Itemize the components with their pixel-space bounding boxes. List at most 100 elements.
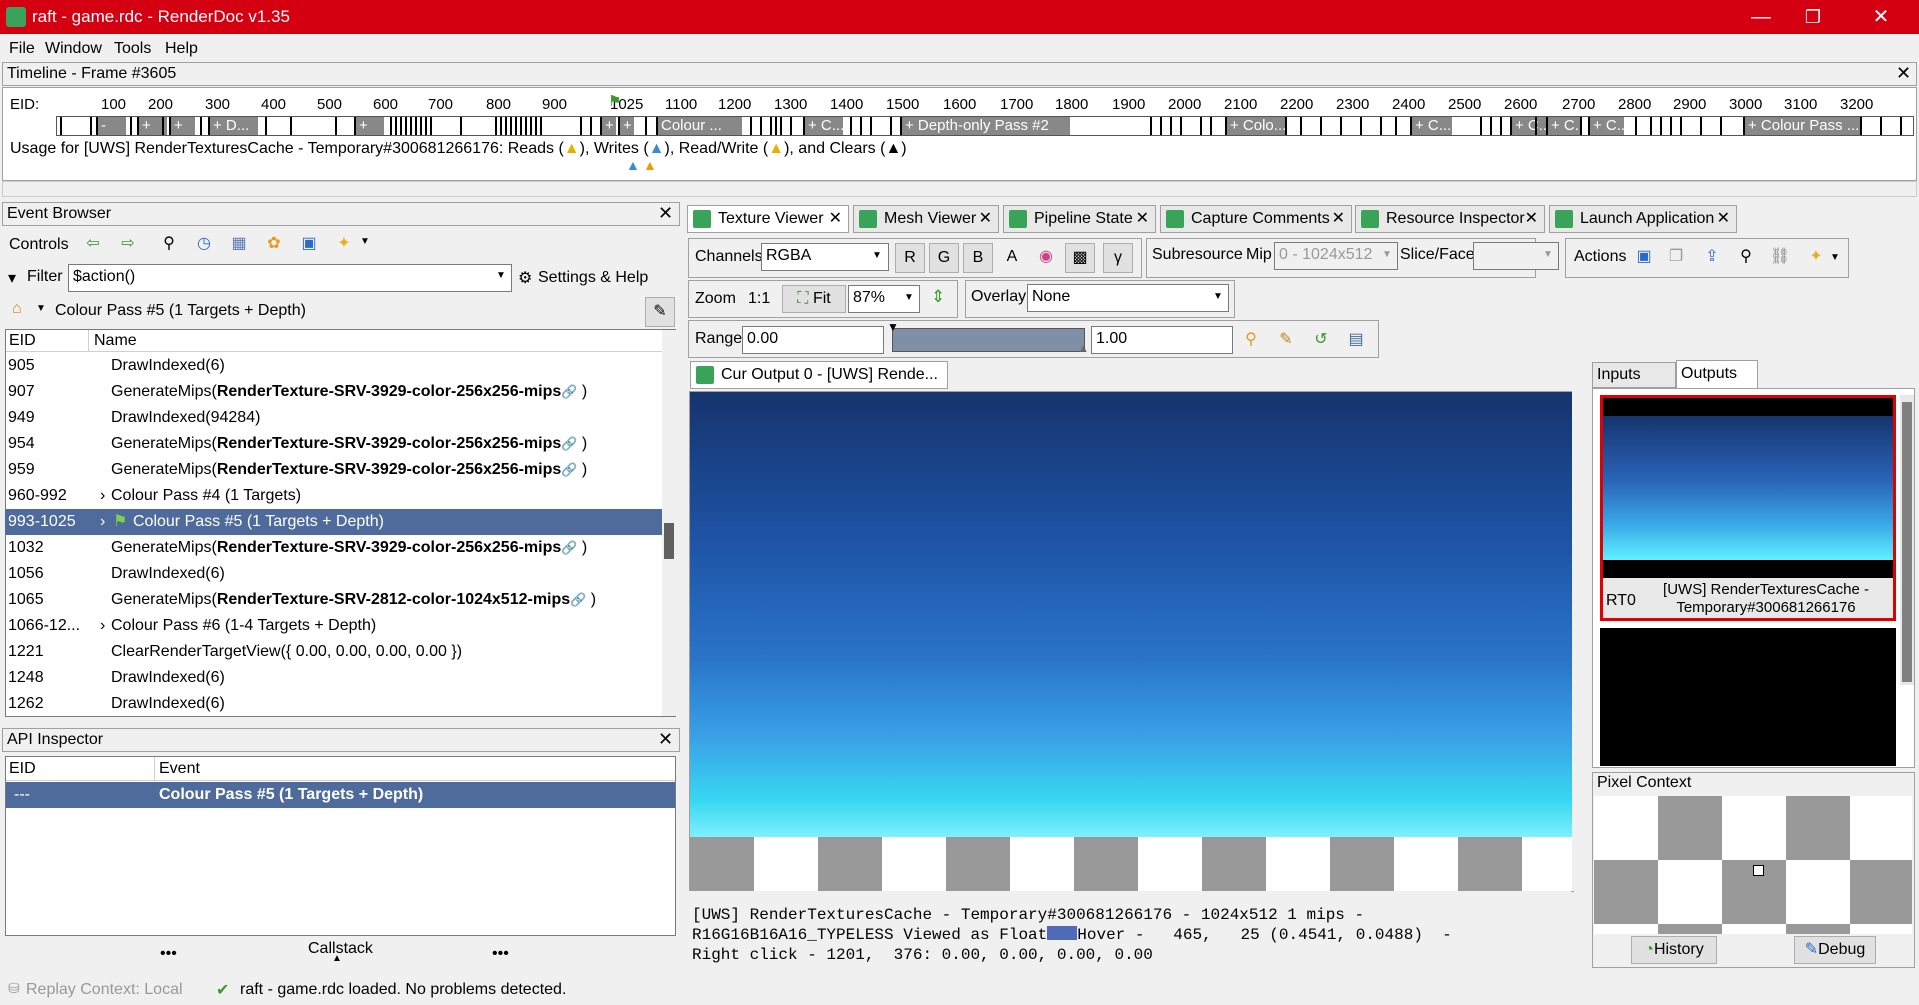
table-row[interactable]: 1248 DrawIndexed(6) bbox=[5, 665, 663, 691]
menu-help[interactable]: Help bbox=[165, 40, 198, 58]
table-row[interactable]: 905 DrawIndexed(6) bbox=[5, 353, 663, 379]
timeline-pass[interactable]: + Depth-only Pass #2 bbox=[900, 117, 1070, 135]
api-row[interactable]: --- Colour Pass #5 (1 Targets + Depth) bbox=[6, 782, 675, 808]
expand-chevron-icon[interactable]: › bbox=[100, 483, 105, 509]
history-button[interactable]: ◔History bbox=[1631, 936, 1717, 964]
link-icon[interactable]: 🔗 bbox=[561, 462, 577, 477]
tab-resource-inspector[interactable]: Resource Inspector ✕ bbox=[1355, 205, 1545, 233]
resource-name[interactable]: RenderTexture-SRV-3929-color-256x256-mip… bbox=[217, 435, 561, 452]
minimize-button[interactable]: — bbox=[1738, 4, 1784, 30]
channel-r-button[interactable]: R bbox=[895, 243, 925, 273]
close-window-button[interactable]: ✕ bbox=[1858, 4, 1904, 30]
reset-icon[interactable]: ↺ bbox=[1310, 329, 1332, 351]
close-icon[interactable]: ✕ bbox=[1332, 206, 1345, 232]
timeline-pass[interactable]: + C... bbox=[1588, 117, 1624, 135]
flip-arrows-icon[interactable]: ⇕ bbox=[931, 287, 945, 307]
link-icon[interactable]: 🔗 bbox=[561, 436, 577, 451]
range-max-input[interactable]: 1.00 bbox=[1091, 326, 1233, 354]
table-row[interactable]: 907 GenerateMips(RenderTexture-SRV-3929-c… bbox=[5, 379, 663, 405]
range-min-handle-icon[interactable]: ▼ bbox=[887, 320, 899, 334]
arrow-left-icon[interactable]: ⇦ bbox=[82, 233, 104, 255]
copy-icon[interactable]: ❐ bbox=[1665, 246, 1687, 268]
chevron-down-icon[interactable]: ▼ bbox=[36, 303, 46, 314]
timeline-pass[interactable]: + bbox=[169, 117, 195, 135]
settings-help-button[interactable]: Settings & Help bbox=[538, 269, 648, 287]
gamma-button[interactable]: γ bbox=[1103, 243, 1133, 273]
overlay-select[interactable]: None bbox=[1027, 284, 1229, 312]
timeline-pass[interactable]: - bbox=[96, 117, 126, 135]
edit-bookmark-button[interactable]: ✎ bbox=[645, 297, 675, 327]
timeline-pass[interactable]: + bbox=[618, 117, 634, 135]
texture-canvas[interactable] bbox=[689, 391, 1574, 892]
link-icon[interactable]: 🔗 bbox=[561, 540, 577, 555]
wand-icon[interactable]: ✎ bbox=[1275, 329, 1297, 351]
table-row[interactable]: 1056 DrawIndexed(6) bbox=[5, 561, 663, 587]
chevron-down-icon[interactable]: ▼ bbox=[1382, 249, 1392, 260]
color-wheel-icon[interactable]: ◉ bbox=[1031, 243, 1061, 273]
fit-button[interactable]: ⛶ Fit bbox=[782, 285, 846, 313]
table-row[interactable]: 1066-12... › Colour Pass #6 (1-4 Targets +… bbox=[5, 613, 663, 639]
timeline-pass[interactable]: + Colour Pass ... bbox=[1743, 117, 1861, 135]
close-icon[interactable]: ✕ bbox=[1896, 63, 1911, 83]
binoculars-icon[interactable]: ⚲ bbox=[1735, 246, 1757, 268]
callstack-arrow-icon[interactable]: ▲ bbox=[332, 953, 342, 964]
link-icon[interactable]: 🔗 bbox=[570, 592, 586, 607]
close-icon[interactable]: ✕ bbox=[1525, 206, 1538, 232]
table-row[interactable]: 1221 ClearRenderTargetView({ 0.00, 0.00, … bbox=[5, 639, 663, 665]
settings-gear-icon[interactable]: ⚙ bbox=[518, 268, 532, 288]
link-icon[interactable]: 🔗 bbox=[561, 384, 577, 399]
link-icon[interactable]: ⛓ bbox=[1769, 246, 1791, 268]
range-histogram[interactable] bbox=[892, 328, 1085, 352]
save-icon[interactable]: ▣ bbox=[298, 233, 320, 255]
table-row[interactable]: 954 GenerateMips(RenderTexture-SRV-3929-c… bbox=[5, 431, 663, 457]
table-row[interactable]: 1065 GenerateMips(RenderTexture-SRV-2812-… bbox=[5, 587, 663, 613]
replay-context-icon[interactable]: ⛁ bbox=[8, 980, 20, 997]
col-name[interactable]: Name bbox=[94, 332, 137, 350]
range-min-input[interactable]: 0.00 bbox=[742, 326, 884, 354]
replay-context-label[interactable]: Replay Context: Local bbox=[26, 981, 183, 999]
table-row[interactable]: 960-992 › Colour Pass #4 (1 Targets) bbox=[5, 483, 663, 509]
rt0-thumbnail[interactable]: RT0 [UWS] RenderTexturesCache - Temporar… bbox=[1600, 395, 1896, 621]
dots-left-icon[interactable]: ••• bbox=[160, 945, 177, 963]
arrow-right-icon[interactable]: ⇨ bbox=[117, 233, 139, 255]
resource-name[interactable]: RenderTexture-SRV-3929-color-256x256-mip… bbox=[217, 539, 561, 556]
close-icon[interactable]: ✕ bbox=[1717, 206, 1730, 232]
tab-texture-viewer[interactable]: Texture Viewer ✕ bbox=[687, 205, 849, 233]
chevron-down-icon[interactable]: ▼ bbox=[496, 270, 506, 281]
tab-inputs[interactable]: Inputs bbox=[1592, 362, 1676, 388]
table-row[interactable]: 993-1025 › ⚑ Colour Pass #5 (1 Targets + De… bbox=[5, 509, 663, 535]
tab-outputs[interactable]: Outputs bbox=[1676, 360, 1758, 388]
chevron-down-icon[interactable]: ▼ bbox=[1830, 252, 1840, 263]
checkerboard-icon[interactable]: ▩ bbox=[1065, 243, 1095, 273]
save-icon[interactable]: ▣ bbox=[1633, 246, 1655, 268]
bookmark-icon[interactable]: ▦ bbox=[228, 233, 250, 255]
chevron-down-icon[interactable]: ▼ bbox=[872, 250, 882, 261]
timeline-pass[interactable]: + C... bbox=[1546, 117, 1582, 135]
close-icon[interactable]: ✕ bbox=[658, 729, 673, 749]
canvas-hscrollbar[interactable] bbox=[689, 891, 1571, 903]
chevron-down-icon[interactable]: ▼ bbox=[1213, 291, 1223, 302]
channel-g-button[interactable]: G bbox=[929, 243, 959, 273]
close-icon[interactable]: ✕ bbox=[979, 206, 992, 232]
open-icon[interactable]: ⇪ bbox=[1701, 246, 1723, 268]
close-icon[interactable]: ✕ bbox=[658, 203, 673, 223]
table-row[interactable]: 1262 DrawIndexed(6) bbox=[5, 691, 663, 717]
tab-pipeline-state[interactable]: Pipeline State ✕ bbox=[1003, 205, 1156, 233]
timeline-pass[interactable]: + D... bbox=[208, 117, 258, 135]
table-row[interactable]: 959 GenerateMips(RenderTexture-SRV-3929-c… bbox=[5, 457, 663, 483]
resource-name[interactable]: RenderTexture-SRV-2812-color-1024x512-mi… bbox=[217, 591, 570, 608]
close-icon[interactable]: ✕ bbox=[1136, 206, 1149, 232]
scrollbar-thumb[interactable] bbox=[1902, 402, 1912, 682]
timeline-pass[interactable]: + C... bbox=[1410, 117, 1452, 135]
tab-capture-comments[interactable]: Capture Comments ✕ bbox=[1160, 205, 1352, 233]
chevron-down-icon[interactable]: ▼ bbox=[1543, 249, 1553, 260]
timeline-pass[interactable]: + bbox=[600, 117, 616, 135]
tab-launch-application[interactable]: Launch Application ✕ bbox=[1549, 205, 1737, 233]
channel-b-button[interactable]: B bbox=[963, 243, 993, 273]
range-max-handle-icon[interactable]: ▲ bbox=[1078, 343, 1089, 355]
table-row[interactable]: 1032 GenerateMips(RenderTexture-SRV-3929-… bbox=[5, 535, 663, 561]
timeline-pass[interactable]: + C... bbox=[1510, 117, 1548, 135]
debug-button[interactable]: ✎Debug bbox=[1794, 936, 1876, 964]
tab-cur-output[interactable]: Cur Output 0 - [UWS] Rende... bbox=[690, 361, 948, 389]
zoom-search-icon[interactable]: ⚲ bbox=[1240, 329, 1262, 351]
